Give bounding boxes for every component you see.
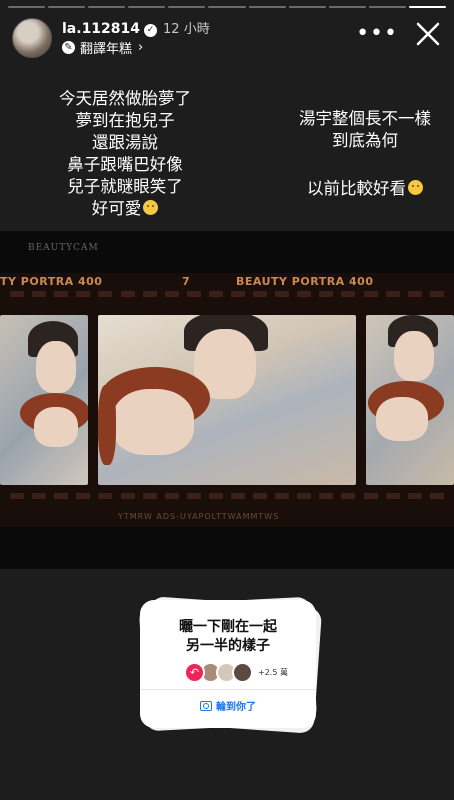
chevron-right-icon: › xyxy=(138,40,144,55)
text-line: 鼻子跟嘴巴好像 xyxy=(67,155,183,174)
film-label-left: TY PORTRA 400 xyxy=(0,275,103,288)
progress-segment xyxy=(328,6,366,8)
progress-segment xyxy=(168,6,206,8)
story-text-right: 湯宇整個長不一樣 到底為何 xyxy=(280,108,450,152)
film-frame-left xyxy=(0,315,88,485)
your-turn-label: 輪到你了 xyxy=(216,702,256,713)
text-line: 夢到在抱兒子 xyxy=(75,111,175,130)
more-options-icon[interactable]: ••• xyxy=(356,23,398,45)
username[interactable]: la.112814 xyxy=(62,21,140,37)
add-yours-sticker[interactable]: 曬一下剛在一起 另一半的樣子 +2.5 萬 輪到你了 xyxy=(138,596,323,734)
progress-segment xyxy=(48,6,86,8)
translate-label: 翻譯年糕 xyxy=(80,42,133,57)
film-perforations-top xyxy=(0,291,454,299)
film-label-right: BEAUTY PORTRA 400 xyxy=(236,275,374,288)
text-line: 兒子就瞇眼笑了 xyxy=(67,177,183,196)
translate-icon: ✎ xyxy=(62,41,75,54)
sticker-title-line: 曬一下剛在一起 xyxy=(179,619,277,635)
progress-segment xyxy=(248,6,286,8)
divider xyxy=(140,689,316,690)
frame-number: 7 xyxy=(182,275,191,288)
progress-segment xyxy=(8,6,46,8)
story-photo: BEAUTYCAM TY PORTRA 400 7 BEAUTY PORTRA … xyxy=(0,231,454,569)
text-line: 好可愛 xyxy=(91,199,142,218)
text-line: 湯宇整個長不一樣 xyxy=(299,109,431,128)
progress-segment xyxy=(288,6,326,8)
text-line: 到底為何 xyxy=(332,131,398,150)
username-row[interactable]: la.112814 ✓ 12 小時 xyxy=(62,18,210,37)
your-turn-button[interactable]: 輪到你了 xyxy=(140,698,316,713)
post-time: 12 小時 xyxy=(163,22,210,37)
sticker-card[interactable]: 曬一下剛在一起 另一半的樣子 +2.5 萬 輪到你了 xyxy=(140,600,316,728)
story-text-left: 今天居然做胎夢了 夢到在抱兒子 還跟湯說 鼻子跟嘴巴好像 兒子就瞇眼笑了 好可愛 xyxy=(20,88,230,220)
add-yours-icon xyxy=(184,662,205,683)
film-perforations-bottom xyxy=(0,493,454,501)
sticker-title: 曬一下剛在一起 另一半的樣子 xyxy=(140,618,316,656)
progress-segment xyxy=(88,6,126,8)
progress-segment xyxy=(128,6,166,8)
progress-segment-current xyxy=(408,6,447,8)
app-watermark: BEAUTYCAM xyxy=(28,243,99,253)
film-edge-text: YTMRW ADS-UYAPOLTTWAMMTWS xyxy=(118,512,280,521)
text-line: 還跟湯說 xyxy=(92,133,158,152)
progress-segment xyxy=(368,6,406,8)
sticker-title-line: 另一半的樣子 xyxy=(186,638,270,654)
translate-button[interactable]: ✎ 翻譯年糕 › xyxy=(62,38,143,57)
blush-emoji-icon xyxy=(143,200,159,215)
film-strip: TY PORTRA 400 7 BEAUTY PORTRA 400 YTMRW … xyxy=(0,273,454,527)
film-frame-main xyxy=(98,315,356,485)
text-line: 以前比較好看 xyxy=(307,179,406,198)
avatar xyxy=(232,662,253,683)
text-line: 今天居然做胎夢了 xyxy=(59,89,191,108)
verified-icon: ✓ xyxy=(144,24,158,37)
avatar[interactable] xyxy=(12,18,52,58)
story-text-right-2: 以前比較好看 xyxy=(280,178,450,200)
story-progress-bar xyxy=(8,6,447,8)
progress-segment xyxy=(208,6,246,8)
camera-icon xyxy=(200,701,212,711)
story-header: la.112814 ✓ 12 小時 ✎ 翻譯年糕 › ••• xyxy=(12,18,442,58)
participant-avatars[interactable]: +2.5 萬 xyxy=(184,662,288,683)
text-line-last: 好可愛 xyxy=(20,198,230,220)
close-icon[interactable] xyxy=(414,20,442,48)
participant-count: +2.5 萬 xyxy=(258,668,288,677)
smile-emoji-icon xyxy=(408,180,423,195)
film-frame-right xyxy=(366,315,454,485)
